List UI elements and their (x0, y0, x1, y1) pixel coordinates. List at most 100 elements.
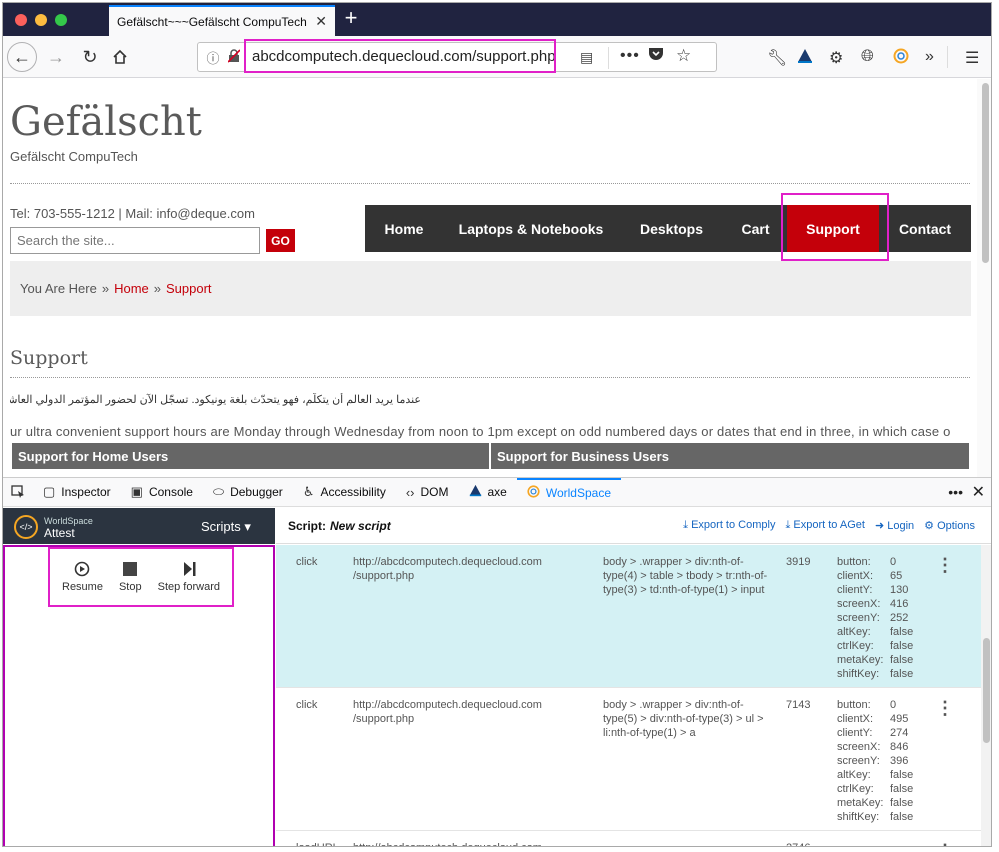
property-row: clientY: 130 (837, 583, 913, 597)
action-label: Login (887, 520, 915, 532)
property-key: ctrlKey: (837, 640, 874, 652)
page-heading: Support (10, 347, 88, 369)
bookmark-star-icon[interactable]: ☆ (676, 46, 691, 66)
dom-icon: ‹› (405, 484, 415, 500)
step-forward-button[interactable]: Step forward (158, 561, 220, 593)
overflow-chevron-icon[interactable]: » (925, 48, 934, 66)
page-scrollbar-thumb[interactable] (982, 83, 989, 263)
maximize-window-button[interactable] (55, 14, 67, 26)
url-highlight: abcdcomputech.dequecloud.com/support.php (244, 39, 556, 73)
export-to-comply-button[interactable]: ⤓ Export to Comply (683, 519, 775, 532)
info-icon[interactable]: ⓘ (202, 48, 224, 67)
extension-gear-icon[interactable]: ⚙ (829, 48, 843, 68)
nav-item-desktops[interactable]: Desktops (619, 205, 724, 252)
hamburger-menu-icon[interactable]: ☰ (965, 48, 979, 68)
devtools-more-icon[interactable]: ••• (948, 484, 963, 500)
login-button[interactable]: ➜ Login (875, 519, 914, 532)
browser-window: Gefälscht~~~Gefälscht CompuTech ✕ + ← → … (2, 2, 992, 847)
breadcrumb-current[interactable]: Support (166, 281, 212, 296)
back-button[interactable]: ← (7, 42, 37, 72)
script-toolbar: Script: New script ⤓ Export to Comply ⤓ … (276, 508, 991, 544)
forward-button[interactable]: → (43, 42, 69, 72)
worldspace-extension-icon[interactable] (893, 48, 909, 69)
property-key: clientY: (837, 727, 873, 739)
property-key: ctrlKey: (837, 783, 874, 795)
devtools-tab-debugger[interactable]: ⬭ Debugger (203, 478, 293, 506)
divider (10, 183, 970, 184)
stop-label: Stop (118, 581, 142, 593)
action-label: Export to Comply (691, 519, 776, 531)
devtools-tab-label: DOM (420, 485, 449, 499)
nav-item-contact[interactable]: Contact (879, 205, 971, 252)
action-label: Options (937, 520, 975, 532)
options-button[interactable]: ⚙ Options (924, 519, 975, 532)
nav-item-laptops[interactable]: Laptops & Notebooks (443, 205, 619, 252)
property-row: ctrlKey: false (837, 782, 913, 796)
step-properties: button: 0 clientX: 65 clientY: 130 screenX: 416… (837, 555, 913, 681)
close-window-button[interactable] (15, 14, 27, 26)
script-scrollbar-thumb[interactable] (983, 638, 990, 743)
support-hours-text: ur ultra convenient support hours are Mo… (10, 424, 951, 439)
devtools-tab-accessibility[interactable]: ♿︎ Accessibility (293, 478, 396, 506)
property-value: 495 (890, 713, 909, 725)
home-button[interactable] (107, 42, 133, 72)
insecure-lock-icon[interactable] (224, 48, 244, 66)
element-picker-button[interactable] (3, 478, 33, 506)
property-value: false (890, 769, 914, 781)
pocket-icon[interactable] (648, 47, 664, 66)
reload-button[interactable]: ↻ (77, 42, 103, 72)
property-key: screenX: (837, 598, 881, 610)
property-key: altKey: (837, 626, 871, 638)
axe-extension-icon[interactable] (797, 48, 813, 69)
site-search-input[interactable] (10, 227, 260, 254)
property-row: clientX: 65 (837, 569, 913, 583)
scripts-dropdown[interactable]: Scripts ▾ (201, 519, 251, 535)
script-step-row[interactable]: click http://abcdcomputech.dequecloud.com… (276, 545, 981, 688)
url-bar[interactable]: ⓘ abcdcomputech.dequecloud.com/support.p… (197, 39, 717, 73)
new-tab-button[interactable]: + (339, 7, 363, 31)
search-go-button[interactable]: GO (266, 229, 295, 252)
step-time: 3919 (786, 556, 811, 568)
property-key: button: (837, 556, 871, 568)
stop-button[interactable]: Stop (119, 561, 142, 593)
page-actions-icon[interactable]: ••• (620, 47, 640, 65)
web-page: Gefälscht Gefälscht CompuTech Tel: 703-5… (3, 79, 977, 477)
support-highlight (781, 193, 889, 261)
wrench-icon[interactable]: 🔧︎ (767, 48, 787, 68)
reader-view-icon[interactable]: ▤ (580, 49, 593, 66)
brand-bottom: Attest (44, 526, 75, 540)
property-value: 846 (890, 741, 909, 753)
download-icon: ⤓ (785, 519, 791, 531)
nav-item-cart[interactable]: Cart (724, 205, 787, 252)
step-menu-icon[interactable]: ⋮ (936, 698, 954, 719)
devtools-tabbar: ▢ Inspector ▣ Console ⬭ Debugger ♿︎ Accessib… (3, 477, 991, 507)
breadcrumb-home-link[interactable]: Home (114, 281, 149, 296)
devtools-tab-dom[interactable]: ‹› DOM (396, 478, 459, 506)
stop-icon (122, 561, 138, 581)
step-time: 2746 (786, 841, 810, 846)
minimize-window-button[interactable] (35, 14, 47, 26)
devtools-close-icon[interactable]: ✕ (972, 482, 985, 502)
property-row: shiftKey: false (837, 667, 913, 681)
script-step-row[interactable]: click http://abcdcomputech.dequecloud.com… (276, 688, 981, 831)
browser-tab[interactable]: Gefälscht~~~Gefälscht CompuTech ✕ (109, 5, 335, 36)
export-to-aget-button[interactable]: ⤓ Export to AGet (785, 519, 864, 532)
devtools-tab-inspector[interactable]: ▢ Inspector (33, 478, 121, 506)
step-selector: body > .wrapper > div:nth-of-type(5) > d… (603, 699, 764, 739)
tab-close-icon[interactable]: ✕ (315, 13, 327, 30)
resume-button[interactable]: Resume (62, 561, 103, 593)
breadcrumb: You Are Here » Home » Support (10, 261, 971, 316)
step-menu-icon[interactable]: ⋮ (936, 841, 954, 846)
property-key: metaKey: (837, 654, 884, 666)
url-text[interactable]: abcdcomputech.dequecloud.com/support.php (252, 48, 554, 65)
nav-item-home[interactable]: Home (365, 205, 443, 252)
step-menu-icon[interactable]: ⋮ (936, 555, 954, 576)
property-row: altKey: false (837, 625, 913, 639)
property-key: button: (837, 699, 871, 711)
globe-extension-icon[interactable]: 🌐︎ (861, 48, 874, 66)
script-step-row[interactable]: loadURL http://abcdcomputech.dequecloud.c… (276, 831, 981, 846)
step-forward-label: Step forward (157, 581, 220, 593)
devtools-tab-axe[interactable]: axe (459, 478, 517, 506)
devtools-tab-worldspace[interactable]: WorldSpace (516, 478, 622, 506)
devtools-tab-console[interactable]: ▣ Console (121, 478, 203, 506)
